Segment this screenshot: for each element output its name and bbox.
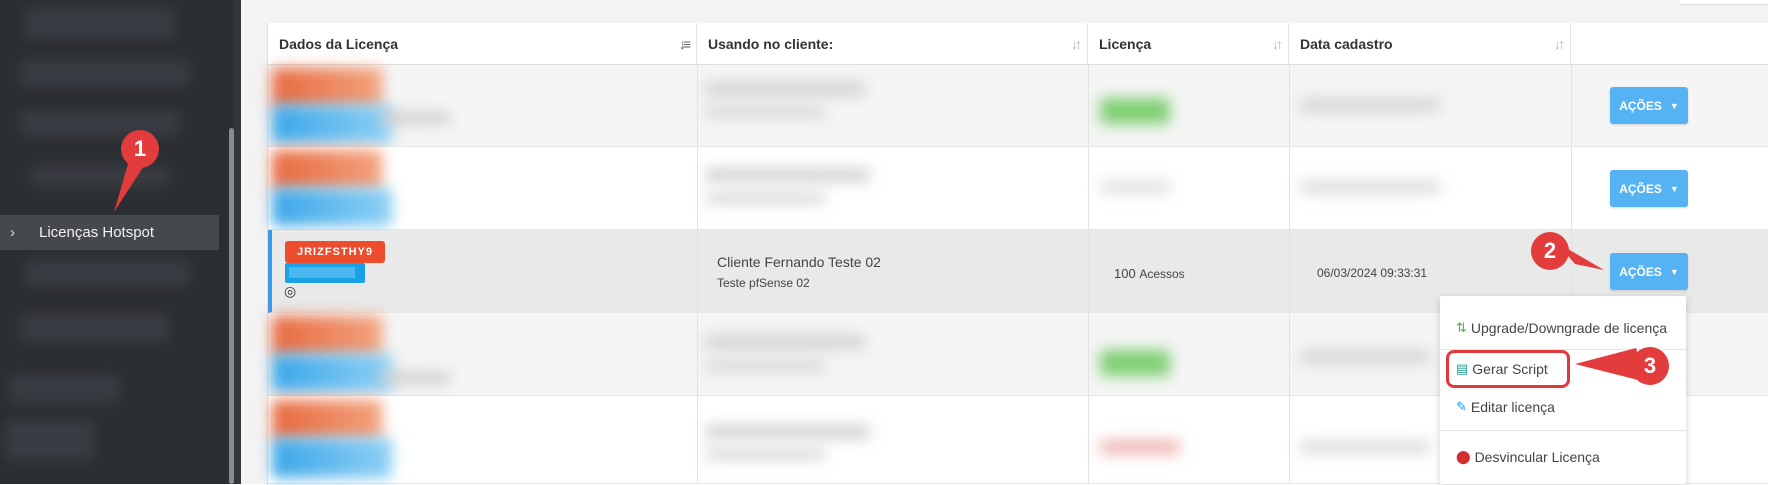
- sort-icon[interactable]: ↓↑: [1071, 36, 1082, 52]
- blurred-content: [272, 400, 382, 440]
- acoes-button[interactable]: AÇÕES ▼: [1610, 170, 1688, 207]
- column-header-label: Data cadastro: [1300, 35, 1393, 52]
- menu-item-label: Editar licença: [1470, 399, 1555, 415]
- menu-item-editar-licenca[interactable]: ✎ Editar licença: [1440, 390, 1686, 424]
- callout-3: 3: [1631, 347, 1669, 385]
- callout-1: 1: [121, 130, 159, 168]
- acoes-dropdown-menu: ⇅ Upgrade/Downgrade de licença ▤ Gerar S…: [1440, 296, 1686, 484]
- blurred-content: [272, 150, 382, 190]
- acoes-button-label: AÇÕES: [1619, 98, 1662, 113]
- license-date: 06/03/2024 09:33:31: [1317, 266, 1428, 280]
- blurred-content: [705, 360, 825, 372]
- table-row: [268, 65, 1768, 147]
- blurred-content: [1100, 350, 1170, 376]
- menu-item-upgrade-downgrade[interactable]: ⇅ Upgrade/Downgrade de licença: [1440, 311, 1686, 345]
- chevron-right-icon: ›: [10, 224, 15, 241]
- blurred-content: [1100, 98, 1170, 124]
- blurred-content: [1300, 350, 1430, 364]
- blurred-content: [705, 192, 825, 204]
- caret-down-icon: ▼: [1669, 266, 1679, 277]
- column-header-label: Usando no cliente:: [708, 35, 834, 52]
- blurred-content: [1100, 180, 1170, 194]
- menu-divider: [1440, 430, 1686, 431]
- blurred-content: [272, 316, 382, 356]
- alert-icon: ⬤: [1456, 449, 1471, 464]
- blurred-content: [380, 112, 450, 124]
- blurred-content: [705, 335, 865, 349]
- blurred-content: [705, 425, 870, 439]
- blurred-content: [1100, 440, 1180, 454]
- menu-item-label: Desvincular Licença: [1474, 449, 1600, 465]
- acoes-button-label: AÇÕES: [1619, 181, 1662, 196]
- acoes-button-label: AÇÕES: [1619, 264, 1662, 279]
- column-header-label: Licença: [1099, 35, 1152, 52]
- blurred-content: [1300, 180, 1440, 194]
- gerar-script-highlight: [1446, 350, 1570, 388]
- sort-icon[interactable]: ↓≡: [679, 36, 691, 52]
- blurred-content: [272, 68, 382, 108]
- blurred-content: [1300, 98, 1440, 112]
- caret-down-icon: ▼: [1669, 100, 1679, 111]
- column-header-dados-licenca[interactable]: Dados da Licença ↓≡: [268, 23, 697, 65]
- callout-2: 2: [1531, 232, 1569, 270]
- client-subtitle: Teste pfSense 02: [717, 276, 810, 290]
- column-header-actions: [1571, 23, 1768, 65]
- fingerprint-icon[interactable]: ◎: [284, 283, 296, 300]
- arrows-updown-icon: ⇅: [1456, 320, 1467, 335]
- sort-icon[interactable]: ↓↑: [1554, 36, 1565, 52]
- column-header-usando-cliente[interactable]: Usando no cliente: ↓↑: [697, 23, 1088, 65]
- sidebar-item-licencas-hotspot[interactable]: › Licenças Hotspot: [0, 215, 219, 250]
- blurred-content: [705, 82, 865, 96]
- column-header-licenca[interactable]: Licença ↓↑: [1088, 23, 1289, 65]
- acoes-button-selected[interactable]: AÇÕES ▼: [1610, 253, 1688, 290]
- blurred-content: [272, 438, 392, 478]
- license-unit: Acessos: [1139, 267, 1185, 281]
- blurred-content: [1300, 440, 1430, 454]
- blurred-content: [380, 372, 450, 384]
- menu-item-desvincular[interactable]: ⬤ Desvincular Licença: [1440, 440, 1686, 474]
- blurred-content: [272, 188, 392, 226]
- column-header-label: Dados da Licença: [279, 35, 399, 52]
- table-row: [268, 147, 1768, 230]
- caret-down-icon: ▼: [1669, 183, 1679, 194]
- sidebar: › Licenças Hotspot: [0, 0, 241, 484]
- blurred-content: [705, 168, 870, 182]
- client-name: Cliente Fernando Teste 02: [717, 254, 881, 270]
- blurred-content: [272, 105, 392, 143]
- top-strip: [1680, 0, 1768, 5]
- column-header-data-cadastro[interactable]: Data cadastro ↓↑: [1289, 23, 1571, 65]
- license-code-badge: JRIZFSTHY9: [285, 241, 386, 263]
- sidebar-item-label: Licenças Hotspot: [39, 224, 155, 241]
- blurred-content: [272, 354, 392, 392]
- license-bar-inner: [289, 267, 355, 278]
- license-quantity: 100 Acessos: [1114, 266, 1185, 281]
- pencil-icon: ✎: [1456, 399, 1467, 414]
- acoes-button[interactable]: AÇÕES ▼: [1610, 87, 1688, 124]
- sort-icon[interactable]: ↓↑: [1272, 36, 1283, 52]
- menu-item-label: Upgrade/Downgrade de licença: [1470, 320, 1668, 336]
- sidebar-edge: [234, 0, 241, 484]
- blurred-content: [705, 106, 825, 118]
- license-amount: 100: [1114, 266, 1136, 281]
- blurred-content: [705, 448, 825, 460]
